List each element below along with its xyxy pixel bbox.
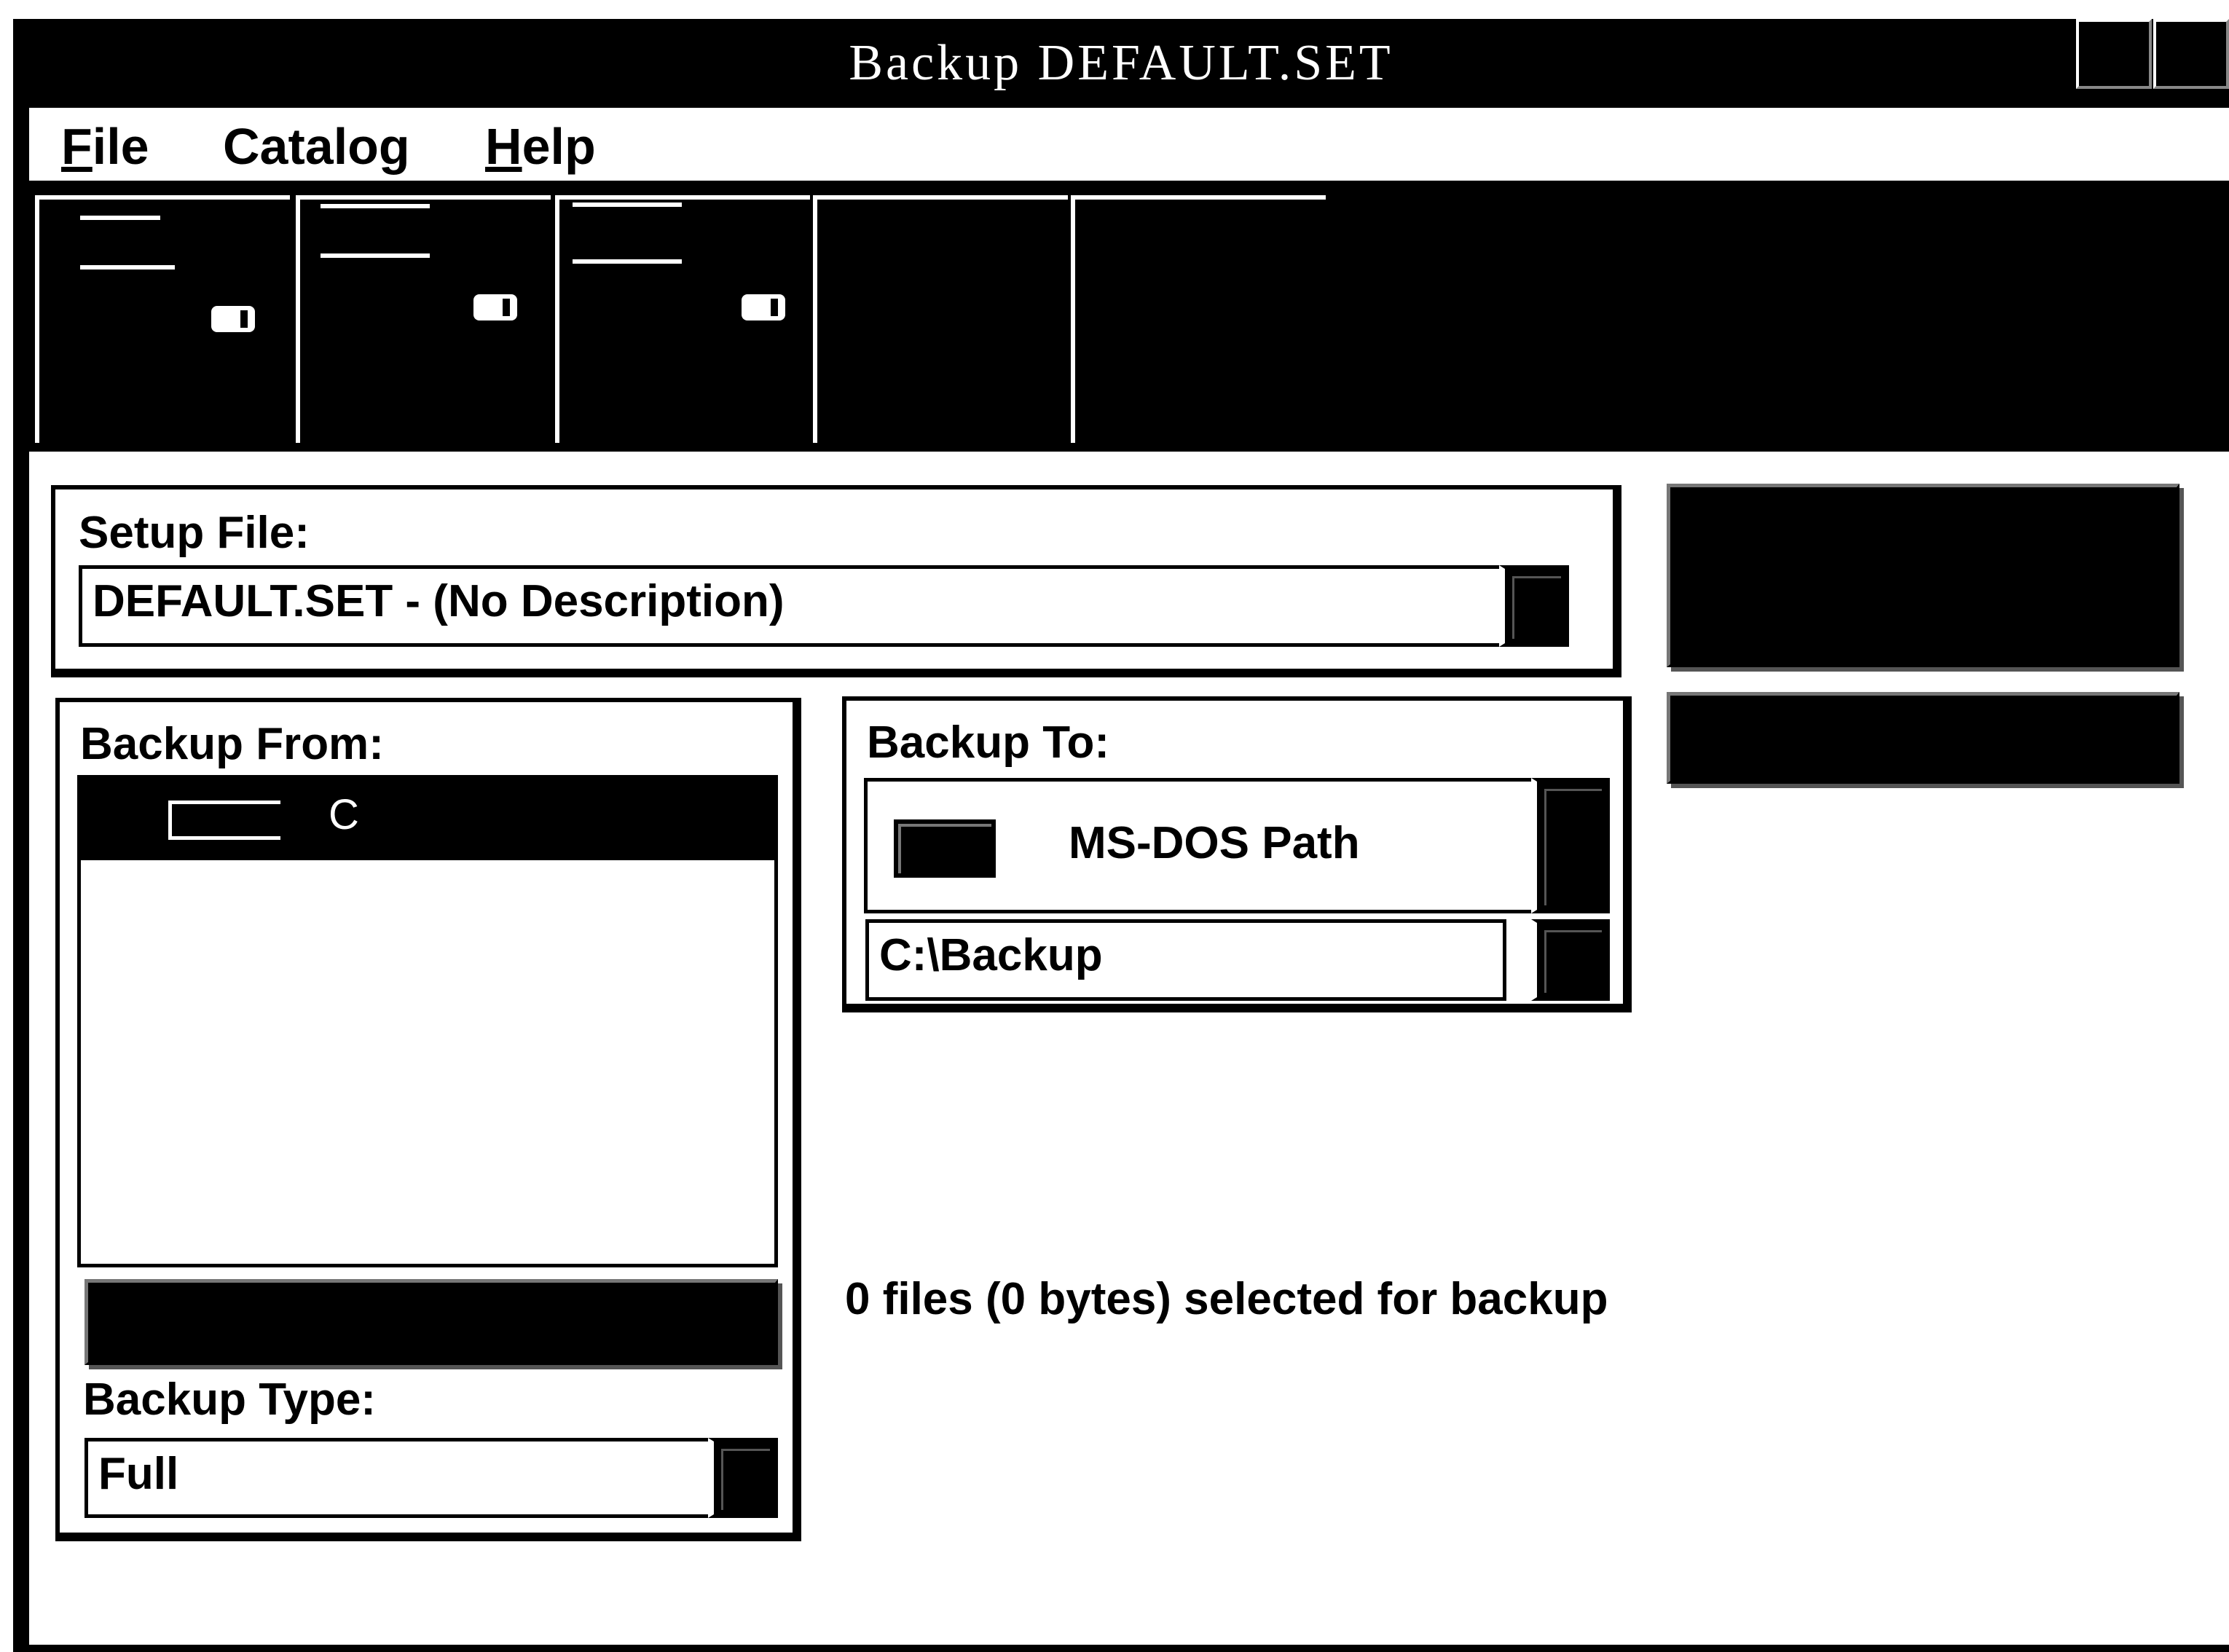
backup-path-field[interactable]: C:\Backup [865, 919, 1506, 1001]
ms-dos-path-icon [894, 819, 996, 878]
setup-file-combo[interactable]: DEFAULT.SET - (No Description) [79, 565, 1569, 647]
selection-status: 0 files (0 bytes) selected for backup [845, 1274, 1608, 1324]
menu-help[interactable]: Help [485, 114, 596, 179]
menu-catalog[interactable]: Catalog [223, 114, 410, 179]
backup-from-panel: Backup From: C Backup Type: Full [55, 698, 801, 1541]
menu-file-label: ile [92, 118, 149, 175]
toolbar [29, 181, 2229, 452]
toolbar-backup-button[interactable] [35, 195, 290, 443]
window-title: Backup DEFAULT.SET [849, 35, 1393, 91]
menu-bar: File Catalog Help [29, 108, 2229, 181]
select-files-button[interactable] [1667, 692, 2179, 784]
toolbar-restore-button[interactable] [555, 195, 810, 443]
menu-help-label: elp [522, 118, 596, 175]
backup-to-dropdown-button[interactable] [1531, 778, 1610, 913]
backup-type-combo[interactable]: Full [84, 1438, 778, 1518]
backup-disk-icon [211, 306, 255, 332]
setup-file-dropdown-button[interactable] [1499, 565, 1569, 647]
setup-file-value: DEFAULT.SET - (No Description) [93, 576, 785, 626]
drive-letter: C [329, 791, 359, 838]
toolbar-compare-button[interactable] [296, 195, 551, 443]
toolbar-options-button[interactable] [1071, 195, 1326, 443]
select-drives-button[interactable] [84, 1279, 778, 1365]
backup-path-value: C:\Backup [879, 930, 1103, 980]
title-bar[interactable]: Backup DEFAULT.SET [13, 19, 2229, 108]
backup-type-label: Backup Type: [83, 1374, 376, 1425]
drive-list[interactable]: C [77, 775, 778, 1267]
backup-to-combo[interactable]: MS-DOS Path [864, 778, 1610, 913]
menu-file-mnemonic: F [61, 118, 93, 175]
drive-list-item-c[interactable]: C [81, 779, 774, 860]
compare-disk-icon [473, 294, 517, 320]
minimize-button[interactable] [2076, 19, 2152, 89]
restore-disk-icon [742, 294, 785, 320]
setup-file-label: Setup File: [79, 508, 310, 558]
backup-to-label: Backup To: [867, 717, 1109, 768]
backup-type-dropdown-button[interactable] [708, 1438, 778, 1518]
menu-file[interactable]: File [61, 114, 149, 179]
menu-help-mnemonic: H [485, 118, 522, 175]
backup-path-browse-button[interactable] [1531, 919, 1610, 1001]
hard-drive-icon [168, 801, 280, 840]
backup-to-destination: MS-DOS Path [1069, 818, 1360, 868]
backup-from-label: Backup From: [80, 719, 384, 769]
menu-catalog-label: Catalog [223, 118, 410, 175]
maximize-button[interactable] [2153, 19, 2229, 89]
setup-file-panel: Setup File: DEFAULT.SET - (No Descriptio… [51, 485, 1621, 677]
backup-to-panel: Backup To: MS-DOS Path C:\Backup [842, 696, 1632, 1012]
backup-type-value: Full [98, 1449, 179, 1499]
toolbar-configure-button[interactable] [813, 195, 1068, 443]
start-backup-button[interactable] [1667, 484, 2179, 667]
